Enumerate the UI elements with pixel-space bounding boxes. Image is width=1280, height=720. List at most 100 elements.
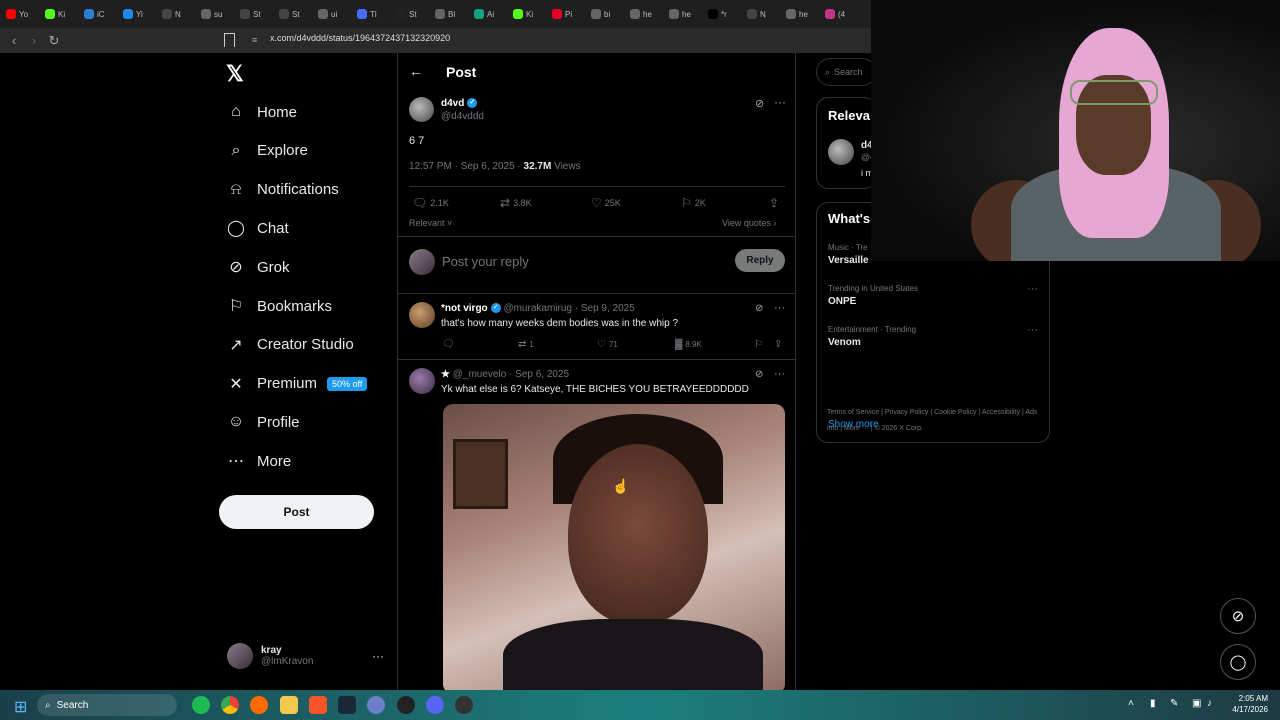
avatar[interactable] [828, 139, 854, 165]
footer-link[interactable]: © 2026 X Corp. [875, 425, 923, 432]
browser-tab[interactable]: he [786, 3, 823, 25]
like-stat[interactable]: ♡ 25K [591, 196, 621, 210]
app-icon[interactable] [367, 696, 385, 714]
grok-icon[interactable]: ⊘ [755, 97, 764, 110]
post-timestamp[interactable]: 12:57 PM · Sep 6, 2025 · [409, 161, 524, 172]
browser-tab[interactable]: St [279, 3, 316, 25]
comment-views-stat[interactable]: ▓ 8.9K [675, 339, 702, 350]
site-info-icon[interactable]: ≡ [252, 35, 257, 45]
back-icon[interactable]: ‹ [4, 33, 24, 48]
display-icon[interactable]: ▣ [1192, 698, 1201, 709]
share-stat[interactable]: ⇪ [769, 196, 782, 210]
comment-author[interactable]: ★ [441, 369, 450, 380]
reload-icon[interactable]: ↻ [44, 33, 64, 49]
media-player-icon[interactable] [397, 696, 415, 714]
browser-tab[interactable]: bi [591, 3, 628, 25]
x-logo-icon[interactable]: 𝕏 [226, 61, 244, 87]
browser-tab[interactable]: St [240, 3, 277, 25]
comment-media-video[interactable] [443, 404, 785, 690]
app-icon[interactable] [455, 696, 473, 714]
trend-name[interactable]: ONPE [828, 296, 856, 307]
browser-tab[interactable]: Yo [6, 3, 43, 25]
footer-link[interactable]: More ··· [844, 425, 869, 432]
account-switcher[interactable]: kray @lmKravon ··· [227, 643, 387, 669]
pen-icon[interactable]: ✎ [1170, 698, 1178, 709]
comment-bookmark-stat[interactable]: ⚐ [754, 339, 766, 350]
browser-tab[interactable]: Pi [552, 3, 589, 25]
browser-tab[interactable]: *r [708, 3, 745, 25]
reply-stat[interactable]: 🗨︎ 2.1K [412, 196, 449, 210]
sidebar-item-bookmarks[interactable]: ⚐ Bookmarks [227, 294, 332, 318]
sidebar-item-explore[interactable]: ⌕ Explore [227, 139, 308, 163]
more-dots-icon[interactable]: ··· [372, 649, 384, 663]
browser-tab[interactable]: su [201, 3, 238, 25]
browser-tab[interactable]: he [669, 3, 706, 25]
more-dots-icon[interactable]: ··· [774, 368, 785, 380]
url-field[interactable]: x.com/d4vddd/status/1964372437132320920 [270, 33, 450, 43]
bookmark-page-icon[interactable] [224, 33, 235, 47]
steam-icon[interactable] [338, 696, 356, 714]
post-button[interactable]: Post [219, 495, 374, 529]
taskbar-clock[interactable]: 2:05 AM 4/17/2026 [1220, 693, 1268, 715]
browser-tab[interactable]: ui [318, 3, 355, 25]
chrome-icon[interactable] [221, 696, 239, 714]
file-explorer-icon[interactable] [280, 696, 298, 714]
browser-tab[interactable]: he [630, 3, 667, 25]
grok-icon[interactable]: ⊘ [755, 303, 763, 314]
browser-tab[interactable]: iC [84, 3, 121, 25]
browser-tab[interactable]: Yi [123, 3, 160, 25]
chevron-up-icon[interactable]: ˄ [1128, 698, 1134, 709]
trend-name[interactable]: Versaille [828, 255, 869, 266]
browser-tab[interactable]: Bl [435, 3, 472, 25]
spotify-icon[interactable] [192, 696, 210, 714]
browser-tab[interactable]: Tl [357, 3, 394, 25]
comment-author[interactable]: *not virgo [441, 303, 488, 314]
back-arrow-icon[interactable]: ← [409, 63, 423, 79]
comment-like-stat[interactable]: ♡ 71 [597, 339, 618, 350]
comment-handle[interactable]: @_muevelo · Sep 6, 2025 [453, 369, 569, 380]
sidebar-item-notifications[interactable]: ⍾ Notifications [227, 178, 339, 202]
forward-icon[interactable]: › [24, 33, 44, 48]
footer-link[interactable]: Cookie Policy [934, 409, 976, 416]
more-dots-icon[interactable]: ··· [1027, 324, 1038, 336]
browser-tab[interactable]: N [747, 3, 784, 25]
sort-dropdown[interactable]: Relevant ˅ [409, 218, 452, 228]
repost-stat[interactable]: ⇄ 3.8K [500, 196, 532, 210]
comment-reply-stat[interactable]: 🗨︎ [442, 339, 458, 350]
browser-tab[interactable]: St [396, 3, 433, 25]
speaker-icon[interactable]: ♪ [1207, 698, 1212, 709]
app-icon[interactable] [250, 696, 268, 714]
author-name-text[interactable]: d4vd [441, 98, 464, 109]
windows-start-icon[interactable]: ⊞ [14, 697, 27, 717]
author-avatar[interactable] [409, 97, 434, 122]
author-handle[interactable]: @d4vddd [441, 111, 484, 122]
search-input[interactable]: ⌕ Search [816, 58, 876, 86]
footer-link[interactable]: Accessibility [982, 409, 1020, 416]
browser-tab[interactable]: Ai [474, 3, 511, 25]
more-dots-icon[interactable]: ··· [1027, 283, 1038, 295]
comment-handle[interactable]: @murakamirug · Sep 9, 2025 [503, 303, 634, 314]
chat-float-icon[interactable]: ◯ [1220, 644, 1256, 680]
footer-link[interactable]: Terms of Service [827, 409, 879, 416]
sidebar-item-more[interactable]: ⋯ More [227, 449, 291, 473]
comment-repost-stat[interactable]: ⇄ 1 [518, 339, 534, 350]
grok-icon[interactable]: ⊘ [755, 369, 763, 380]
bookmark-stat[interactable]: ⚐ 2K [681, 196, 706, 210]
sidebar-item-creator-studio[interactable]: ↗ Creator Studio [227, 333, 353, 357]
comment-share-stat[interactable]: ⇪ [774, 339, 785, 350]
taskbar-search[interactable]: ⌕ Search [37, 694, 177, 716]
comment-avatar[interactable] [409, 368, 435, 394]
sidebar-item-premium[interactable]: ✕ Premium 50% off [227, 372, 368, 396]
comment-avatar[interactable] [409, 302, 435, 328]
sidebar-item-home[interactable]: ⌂ Home [227, 100, 297, 124]
sidebar-item-chat[interactable]: ◯ Chat [227, 216, 289, 240]
microphone-icon[interactable]: ▮ [1150, 698, 1156, 709]
discord-icon[interactable] [426, 696, 444, 714]
footer-link[interactable]: Privacy Policy [885, 409, 929, 416]
author-name[interactable]: d4vd ✓ [441, 98, 478, 109]
more-dots-icon[interactable]: ··· [774, 95, 786, 109]
more-dots-icon[interactable]: ··· [774, 302, 785, 314]
view-quotes-link[interactable]: View quotes › [722, 218, 776, 228]
trend-name[interactable]: Venom [828, 337, 861, 348]
reply-input[interactable]: Post your reply [442, 254, 529, 269]
